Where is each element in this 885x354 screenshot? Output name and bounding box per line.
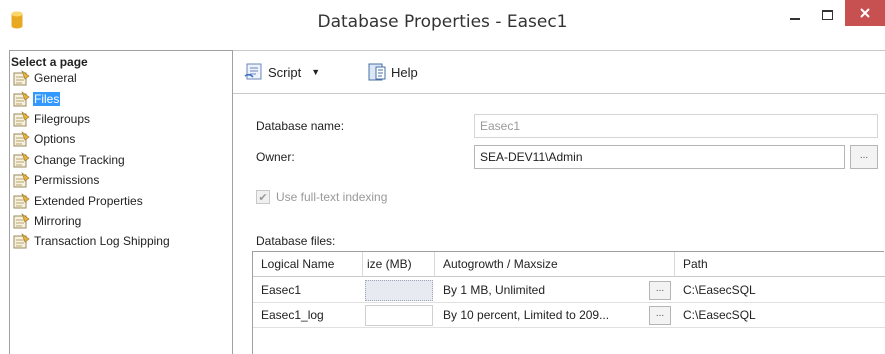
maximize-button[interactable] [812,0,842,30]
minimize-button[interactable] [780,0,810,30]
sidebar-item-change-tracking[interactable]: Change Tracking [10,150,232,170]
owner-label: Owner: [256,150,295,164]
help-button[interactable]: Help [367,63,418,81]
page-icon [13,172,30,188]
size-cell[interactable] [365,280,433,301]
sidebar-item-label: Options [34,132,76,147]
sidebar-item-label: Files [33,91,61,106]
script-icon [244,63,262,80]
page-list: General Files Filegroups Options Change Trac… [10,68,232,252]
size-cell[interactable] [365,305,433,326]
sidebar-item-label: Extended Properties [34,193,143,208]
select-page-header: Select a page [11,55,88,69]
page-icon [13,233,30,249]
maximize-icon [821,10,833,20]
page-icon [13,111,30,127]
script-button[interactable]: Script ▼ [244,63,320,81]
owner-field[interactable]: SEA-DEV11\Admin [474,145,845,169]
path-cell[interactable]: C:\EasecSQL [675,278,885,302]
select-page-panel: Select a page General Files Filegroups Opti… [9,50,233,354]
window-title: Database Properties - Easec1 [317,12,568,32]
logical-name-cell[interactable]: Easec1_log [253,303,363,327]
sidebar-item-label: General [34,71,77,86]
fulltext-checkbox[interactable]: ✔ Use full-text indexing [256,190,387,204]
page-icon [13,213,30,229]
database-name-field: Easec1 [474,114,878,138]
column-header-autogrowth[interactable]: Autogrowth / Maxsize [435,252,675,277]
database-files-grid: Logical Name ize (MB) Autogrowth / Maxsi… [252,251,885,354]
checkmark-icon: ✔ [256,190,270,204]
autogrowth-browse-button[interactable]: ... [649,281,671,300]
table-row[interactable]: Easec1_log By 10 percent, Limited to 209… [253,303,885,328]
sidebar-item-extended-properties[interactable]: Extended Properties [10,190,232,210]
column-header-size[interactable]: ize (MB) [363,252,435,277]
sidebar-item-options[interactable]: Options [10,129,232,149]
database-name-label: Database name: [256,119,345,133]
close-button[interactable] [845,0,885,26]
sidebar-item-label: Transaction Log Shipping [34,234,170,249]
table-row[interactable]: Easec1 By 1 MB, Unlimited ... C:\EasecSQ… [253,278,885,303]
page-icon [13,192,30,209]
sidebar-item-transaction-log-shipping[interactable]: Transaction Log Shipping [10,231,232,251]
properties-panel: Script ▼ Help Database name: Easec1 Owne… [233,44,885,354]
path-cell[interactable]: C:\EasecSQL [675,303,885,327]
autogrowth-cell: By 10 percent, Limited to 209... [443,308,610,322]
fulltext-label: Use full-text indexing [276,190,388,204]
title-bar: Database Properties - Easec1 [0,0,885,44]
sidebar-item-permissions[interactable]: Permissions [10,170,232,190]
toolbar: Script ▼ Help [233,50,885,94]
page-icon [13,131,30,147]
sidebar-item-label: Mirroring [34,213,82,228]
autogrowth-cell: By 1 MB, Unlimited [443,283,546,297]
sidebar-item-filegroups[interactable]: Filegroups [10,109,232,129]
chevron-down-icon[interactable]: ▼ [311,67,320,77]
sidebar-item-general[interactable]: General [10,68,232,88]
close-icon [860,8,870,18]
help-label: Help [391,64,418,80]
owner-browse-button[interactable]: ... [850,145,878,169]
minimize-icon [790,18,800,20]
database-files-label: Database files: [256,234,336,248]
column-header-path[interactable]: Path [675,252,885,277]
sidebar-item-files[interactable]: Files [10,88,232,108]
sidebar-item-label: Permissions [34,173,100,188]
autogrowth-browse-button[interactable]: ... [649,306,671,325]
page-icon [13,70,30,86]
sidebar-item-label: Filegroups [34,111,91,126]
page-icon [13,90,30,107]
column-header-logical-name[interactable]: Logical Name [253,252,363,277]
page-icon [13,151,30,168]
logical-name-cell[interactable]: Easec1 [253,278,363,302]
help-icon [368,63,386,81]
grid-header: Logical Name ize (MB) Autogrowth / Maxsi… [253,252,885,277]
sidebar-item-mirroring[interactable]: Mirroring [10,211,232,231]
sidebar-item-label: Change Tracking [34,152,125,167]
script-label: Script [268,64,302,80]
